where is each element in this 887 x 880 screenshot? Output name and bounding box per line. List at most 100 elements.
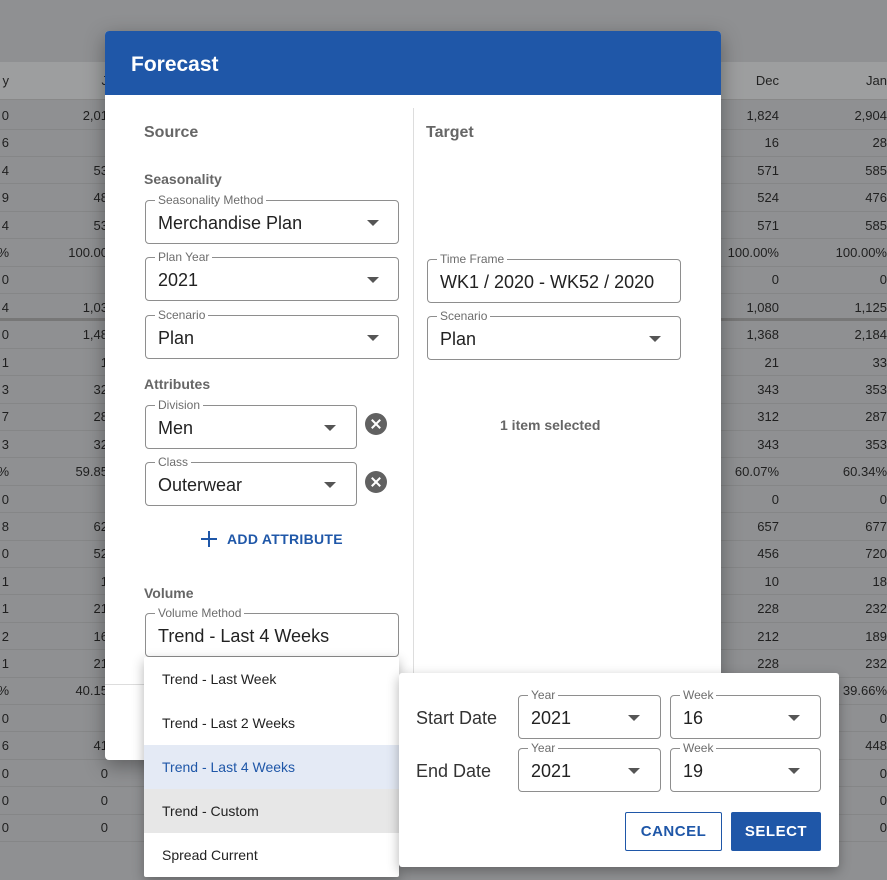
table-cell: 4 — [1, 162, 9, 178]
table-cell: 0 — [771, 491, 779, 507]
table-cell: 456 — [757, 546, 779, 562]
seasonality-title: Seasonality — [144, 171, 222, 187]
table-cell: 353 — [865, 382, 887, 397]
table-cell: 1 — [1, 573, 9, 589]
caret-down-icon — [367, 220, 379, 226]
table-cell: 2,904 — [854, 108, 887, 123]
table-cell: 6 — [1, 738, 9, 754]
table-cell: 0 — [879, 272, 887, 288]
table-cell: 353 — [865, 436, 887, 452]
caret-down-icon — [324, 425, 336, 431]
volume-method-menu: Trend - Last Week Trend - Last 2 Weeks T… — [144, 657, 399, 877]
menu-item-spread-current[interactable]: Spread Current — [144, 833, 399, 877]
start-year-select[interactable]: Year 2021 — [518, 688, 661, 739]
table-cell: 1 — [1, 601, 9, 617]
table-cell: % — [0, 677, 9, 704]
table-cell: 0 — [100, 765, 108, 781]
menu-item-trend-last-4-weeks[interactable]: Trend - Last 4 Weeks — [144, 745, 399, 789]
seasonality-method-select[interactable]: Seasonality Method Merchandise Plan — [145, 193, 399, 244]
table-cell: 0 — [1, 546, 9, 562]
target-title: Target — [426, 124, 474, 141]
division-select[interactable]: Division Men — [145, 398, 357, 449]
remove-class-icon[interactable] — [365, 471, 387, 493]
field-value: Trend - Last 4 Weeks — [158, 626, 330, 646]
table-cell: 3 — [1, 382, 9, 397]
field-label: Class — [155, 455, 192, 469]
end-date-label: End Date — [416, 761, 492, 781]
field-value: 16 — [683, 708, 704, 728]
table-cell: 7 — [1, 409, 9, 425]
column-header: Dec — [755, 73, 779, 88]
forecast-dialog: Forecast Source Target Seasonality Seaso… — [105, 31, 721, 760]
table-cell: 1 — [1, 354, 9, 370]
menu-item-trend-last-2-weeks[interactable]: Trend - Last 2 Weeks — [144, 701, 399, 745]
source-scenario-select[interactable]: Scenario Plan — [145, 308, 399, 359]
table-cell: 343 — [757, 436, 779, 452]
table-cell: % — [0, 458, 9, 485]
end-week-select[interactable]: Week 19 — [670, 741, 821, 792]
menu-item-trend-custom[interactable]: Trend - Custom — [144, 789, 399, 833]
table-cell: 4 — [1, 299, 9, 315]
table-cell: 59.85 — [75, 464, 108, 480]
table-cell: 343 — [757, 382, 779, 397]
class-select[interactable]: Class Outerwear — [145, 455, 357, 506]
table-cell: 16 — [764, 135, 779, 151]
table-cell: 2,184 — [854, 327, 887, 343]
caret-down-icon — [788, 768, 800, 774]
source-title: Source — [144, 124, 199, 141]
table-cell: 0 — [1, 327, 9, 343]
dialog-title: Forecast — [131, 53, 219, 76]
table-cell: 0 — [100, 793, 108, 808]
field-label: Division — [155, 398, 204, 412]
table-cell: 212 — [757, 628, 779, 644]
column-header: Jan — [866, 73, 887, 88]
field-label: Year — [528, 688, 559, 702]
table-cell: 100.00 — [68, 245, 108, 260]
table-cell: 228 — [757, 601, 779, 617]
field-label: Week — [680, 741, 717, 755]
remove-division-icon[interactable] — [365, 413, 387, 435]
table-cell: 0 — [1, 272, 9, 288]
table-cell: 287 — [865, 409, 887, 425]
table-cell: 100.00% — [835, 245, 887, 260]
table-cell: 0 — [879, 820, 887, 836]
cancel-button[interactable]: CANCEL — [625, 812, 722, 851]
column-header: y — [2, 73, 10, 88]
plan-year-select[interactable]: Plan Year 2021 — [145, 250, 399, 301]
field-value: 2021 — [531, 708, 572, 728]
field-label: Week — [680, 688, 717, 702]
field-value: Outerwear — [158, 475, 243, 495]
field-label: Scenario — [155, 308, 209, 322]
items-selected-text: 1 item selected — [500, 417, 601, 433]
add-attribute-button[interactable]: ADD ATTRIBUTE — [201, 527, 343, 551]
table-cell: 720 — [865, 546, 887, 562]
table-cell: 39.66% — [842, 683, 887, 699]
table-cell: 40.15 — [75, 683, 108, 699]
select-button[interactable]: SELECT — [731, 812, 821, 851]
field-label: Time Frame — [437, 252, 508, 266]
volume-method-select[interactable]: Volume Method Trend - Last 4 Weeks — [145, 606, 399, 657]
table-cell: 232 — [865, 601, 887, 617]
field-value: Merchandise Plan — [158, 213, 303, 233]
table-cell: 60.34% — [842, 464, 887, 480]
caret-down-icon — [628, 715, 640, 721]
menu-item-trend-last-week[interactable]: Trend - Last Week — [144, 657, 399, 701]
table-cell: 2 — [1, 628, 9, 644]
table-cell: 0 — [1, 108, 9, 123]
table-cell: 9 — [1, 190, 9, 206]
table-cell: % — [0, 239, 9, 266]
table-cell: 0 — [771, 272, 779, 288]
field-value: 19 — [683, 761, 704, 781]
table-cell: 1,125 — [854, 299, 887, 315]
time-frame-field[interactable]: Time Frame WK1 / 2020 - WK52 / 2020 — [427, 252, 681, 303]
table-cell: 189 — [865, 628, 887, 644]
table-cell: 571 — [757, 162, 779, 178]
field-label: Scenario — [437, 309, 491, 323]
end-year-select[interactable]: Year 2021 — [518, 741, 661, 792]
target-scenario-select[interactable]: Scenario Plan — [427, 309, 681, 360]
table-cell: 6 — [1, 135, 9, 151]
table-cell: 28 — [872, 135, 887, 151]
table-cell: 0 — [879, 491, 887, 507]
start-week-select[interactable]: Week 16 — [670, 688, 821, 739]
table-cell: 1,824 — [746, 108, 779, 123]
